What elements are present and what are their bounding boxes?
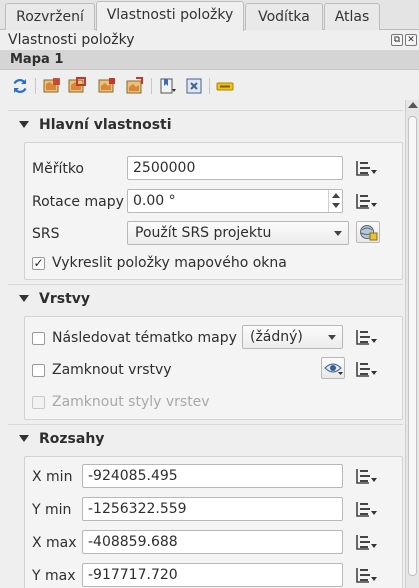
scale-input[interactable]: 2500000 bbox=[127, 156, 343, 180]
x-min-data-defined-button[interactable] bbox=[354, 465, 378, 487]
set-scale-icon[interactable] bbox=[98, 77, 116, 95]
zoom-icon[interactable] bbox=[185, 77, 203, 95]
group-title: Hlavní vlastnosti bbox=[39, 117, 172, 133]
x-max-label: X max bbox=[32, 535, 77, 551]
srs-select-button[interactable] bbox=[356, 221, 380, 243]
srs-label: SRS bbox=[32, 226, 60, 242]
labels-icon[interactable] bbox=[216, 77, 234, 95]
follow-theme-label: Následovat tématko mapy bbox=[52, 330, 237, 346]
theme-value: (žádný) bbox=[250, 329, 303, 345]
extents-group: Rozsahy X min -924085.495 Y min -1256322… bbox=[8, 424, 403, 588]
y-min-data-defined-button[interactable] bbox=[354, 498, 378, 520]
draw-items-label: Vykreslit položky mapového okna bbox=[52, 255, 287, 271]
collapse-triangle-icon bbox=[19, 435, 29, 442]
group-title: Rozsahy bbox=[39, 431, 105, 447]
collapse-triangle-icon bbox=[19, 295, 29, 302]
move-content-icon[interactable] bbox=[126, 77, 144, 95]
toolbar-separator bbox=[209, 78, 210, 94]
rotation-spinner[interactable] bbox=[328, 190, 342, 212]
scale-label: Měřítko bbox=[32, 161, 85, 177]
layer-visibility-button[interactable] bbox=[321, 357, 345, 379]
lock-layers-label: Zamknout vrstvy bbox=[52, 362, 172, 378]
tab-bar: Rozvržení Vlastnosti položky Vodítka Atl… bbox=[0, 0, 419, 31]
panel-titlebar: Vlastnosti položky ⧉ ✕ bbox=[0, 31, 419, 50]
x-max-input[interactable]: -408859.688 bbox=[82, 530, 343, 554]
x-min-input[interactable]: -924085.495 bbox=[82, 464, 343, 488]
x-min-label: X min bbox=[32, 469, 73, 485]
scale-data-defined-button[interactable] bbox=[354, 157, 378, 179]
chevron-down-icon bbox=[334, 231, 342, 236]
layers-body: Následovat tématko mapy (žádný) Zamknout… bbox=[24, 316, 403, 420]
panel-title: Vlastnosti položky bbox=[8, 32, 135, 48]
follow-theme-checkbox[interactable] bbox=[32, 332, 45, 345]
vertical-scrollbar[interactable] bbox=[405, 100, 419, 588]
rotation-input[interactable]: 0.00 ° bbox=[127, 189, 343, 213]
properties-scroll-area[interactable]: Hlavní vlastnosti Měřítko 2500000 Rotace… bbox=[0, 100, 405, 588]
spin-up-icon[interactable] bbox=[332, 193, 340, 198]
theme-select[interactable]: (žádný) bbox=[242, 325, 343, 349]
srs-value: Použít SRS projektu bbox=[135, 225, 272, 241]
rotation-label: Rotace mapy bbox=[32, 194, 124, 210]
view-extent-icon[interactable] bbox=[68, 77, 86, 95]
extents-header[interactable]: Rozsahy bbox=[8, 424, 403, 450]
item-title: Mapa 1 bbox=[10, 52, 64, 67]
map-item-toolbar bbox=[0, 72, 419, 100]
tab-guides[interactable]: Vodítka bbox=[245, 3, 323, 30]
tab-layout[interactable]: Rozvržení bbox=[5, 3, 95, 30]
theme-data-defined-button[interactable] bbox=[354, 326, 378, 348]
y-min-label: Y min bbox=[32, 502, 72, 518]
layers-group: Vrstvy Následovat tématko mapy (žádný) Z… bbox=[8, 284, 403, 420]
toolbar-separator bbox=[151, 78, 152, 94]
set-extent-icon[interactable] bbox=[43, 77, 61, 95]
lock-styles-checkbox bbox=[32, 396, 45, 409]
refresh-icon[interactable] bbox=[11, 77, 29, 95]
y-max-data-defined-button[interactable] bbox=[354, 564, 378, 586]
main-properties-header[interactable]: Hlavní vlastnosti bbox=[8, 110, 403, 136]
rotation-data-defined-button[interactable] bbox=[354, 190, 378, 212]
lock-layers-checkbox[interactable] bbox=[32, 364, 45, 377]
extents-body: X min -924085.495 Y min -1256322.559 X m… bbox=[24, 456, 403, 588]
float-panel-button[interactable]: ⧉ bbox=[391, 34, 403, 46]
main-properties-group: Hlavní vlastnosti Měřítko 2500000 Rotace… bbox=[8, 110, 403, 280]
item-header: Mapa 1 bbox=[0, 50, 419, 70]
y-max-label: Y max bbox=[32, 568, 76, 584]
group-title: Vrstvy bbox=[39, 291, 91, 307]
x-max-data-defined-button[interactable] bbox=[354, 531, 378, 553]
close-panel-button[interactable]: ✕ bbox=[405, 34, 417, 46]
spin-down-icon[interactable] bbox=[332, 203, 340, 208]
toolbar-separator bbox=[35, 78, 36, 94]
y-min-input[interactable]: -1256322.559 bbox=[82, 497, 343, 521]
srs-select[interactable]: Použít SRS projektu bbox=[127, 221, 349, 245]
layers-header[interactable]: Vrstvy bbox=[8, 284, 403, 310]
y-max-input[interactable]: -917717.720 bbox=[82, 563, 343, 587]
lock-styles-label: Zamknout styly vrstev bbox=[52, 394, 210, 410]
tab-atlas[interactable]: Atlas bbox=[324, 3, 380, 30]
lock-layers-data-defined-button[interactable] bbox=[354, 358, 378, 380]
chevron-down-icon bbox=[328, 335, 336, 340]
draw-items-checkbox[interactable]: ✓ bbox=[32, 257, 45, 270]
collapse-triangle-icon bbox=[19, 121, 29, 128]
scroll-up-icon[interactable] bbox=[408, 102, 418, 108]
tab-item-properties[interactable]: Vlastnosti položky bbox=[96, 1, 244, 31]
bookmarks-icon[interactable] bbox=[159, 77, 177, 95]
rotation-value: 0.00 ° bbox=[133, 193, 176, 209]
main-properties-body: Měřítko 2500000 Rotace mapy 0.00 ° SRS P… bbox=[24, 142, 403, 280]
scrollbar-thumb[interactable] bbox=[408, 116, 417, 576]
